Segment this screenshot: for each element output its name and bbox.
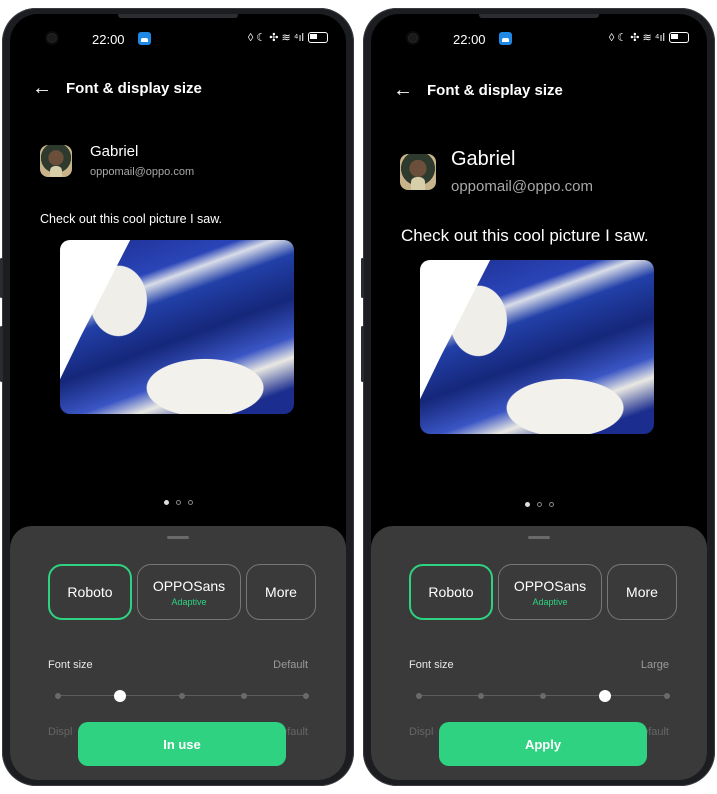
phone-large-preview: 22:00 ◊ ☾ ✣ ≋ ⁴ıl ← Font & display size … (361, 8, 715, 786)
font-size-label: Font size (409, 659, 454, 671)
settings-sheet: Roboto OPPOSans Adaptive More Font size … (371, 526, 707, 780)
page-title: Font & display size (427, 82, 563, 99)
status-bar: 22:00 ◊ ☾ ✣ ≋ ⁴ıl (10, 30, 346, 50)
slider-stop[interactable] (241, 693, 247, 699)
speaker-grille (479, 14, 599, 18)
sender-email: oppomail@oppo.com (90, 166, 195, 178)
font-option-label: More (265, 584, 297, 600)
preview-picture (420, 260, 654, 434)
font-option-sub: Adaptive (532, 596, 568, 607)
slider-stop[interactable] (179, 693, 185, 699)
font-option-more[interactable]: More (246, 564, 316, 620)
page-dot (175, 500, 181, 505)
font-size-value: Large (640, 659, 669, 671)
font-size-value: Default (273, 659, 308, 671)
camera-cutout (47, 33, 57, 43)
status-time: 22:00 (453, 32, 486, 47)
sheet-handle[interactable] (528, 536, 550, 539)
font-option-more[interactable]: More (607, 564, 677, 620)
screen: 22:00 ◊ ☾ ✣ ≋ ⁴ıl ← Font & display size … (10, 14, 346, 780)
page-indicator (371, 502, 707, 507)
sheet-handle[interactable] (167, 536, 189, 539)
avatar (400, 154, 436, 190)
slider-stop[interactable] (664, 693, 670, 699)
font-option-roboto[interactable]: Roboto (48, 564, 132, 620)
screen: 22:00 ◊ ☾ ✣ ≋ ⁴ıl ← Font & display size … (371, 14, 707, 780)
display-size-label: Displ (409, 726, 434, 738)
status-icons: ◊ ☾ ✣ ≋ ⁴ıl (248, 31, 328, 44)
volume-button (0, 258, 3, 298)
settings-sheet: Roboto OPPOSans Adaptive More Font size … (10, 526, 346, 780)
slider-thumb[interactable] (114, 690, 126, 702)
slider-stop[interactable] (55, 693, 61, 699)
font-option-label: More (626, 584, 658, 600)
page-dot (536, 502, 542, 507)
font-option-label: Roboto (67, 584, 113, 600)
notification-icon (499, 32, 512, 45)
preview-picture (60, 240, 294, 414)
page-dot (524, 502, 530, 507)
status-bar: 22:00 ◊ ☾ ✣ ≋ ⁴ıl (371, 30, 707, 50)
font-option-roboto[interactable]: Roboto (409, 564, 493, 620)
header: ← Font & display size (10, 76, 346, 104)
status-glyphs: ◊ ☾ ✣ ≋ ⁴ıl (608, 32, 665, 44)
message-text: Check out this cool picture I saw. (401, 226, 649, 245)
page-dot (548, 502, 554, 507)
header: ← Font & display size (371, 78, 707, 106)
slider-stop[interactable] (478, 693, 484, 699)
font-option-opposans[interactable]: OPPOSans Adaptive (498, 564, 602, 620)
status-time: 22:00 (92, 32, 125, 47)
volume-button (361, 258, 364, 298)
page-dot (163, 500, 169, 505)
page-title: Font & display size (66, 80, 202, 97)
message-text: Check out this cool picture I saw. (40, 212, 223, 226)
sender-name: Gabriel (90, 143, 139, 160)
avatar (40, 145, 72, 177)
battery-icon (669, 32, 689, 43)
font-option-label: OPPOSans (513, 577, 587, 594)
in-use-button[interactable]: In use (78, 722, 286, 766)
font-option-opposans[interactable]: OPPOSans Adaptive (137, 564, 241, 620)
page-dot (187, 500, 193, 505)
power-button (0, 326, 3, 382)
font-size-slider[interactable] (55, 690, 309, 702)
speaker-grille (118, 14, 238, 18)
back-arrow-icon[interactable]: ← (393, 78, 413, 102)
apply-button[interactable]: Apply (439, 722, 647, 766)
back-arrow-icon[interactable]: ← (32, 76, 52, 100)
font-option-sub: Adaptive (171, 596, 207, 607)
display-size-label: Displ (48, 726, 73, 738)
slider-stop[interactable] (416, 693, 422, 699)
font-option-label: OPPOSans (152, 577, 226, 594)
camera-cutout (408, 33, 418, 43)
font-size-label: Font size (48, 659, 93, 671)
notification-icon (138, 32, 151, 45)
sender-name: Gabriel (451, 148, 516, 170)
slider-thumb[interactable] (599, 690, 611, 702)
slider-stop[interactable] (303, 693, 309, 699)
phone-default-preview: 22:00 ◊ ☾ ✣ ≋ ⁴ıl ← Font & display size … (0, 8, 354, 786)
font-option-label: Roboto (428, 584, 474, 600)
status-icons: ◊ ☾ ✣ ≋ ⁴ıl (609, 31, 689, 44)
page-indicator (10, 500, 346, 505)
battery-icon (308, 32, 328, 43)
sender-email: oppomail@oppo.com (451, 178, 593, 195)
status-glyphs: ◊ ☾ ✣ ≋ ⁴ıl (247, 32, 304, 44)
power-button (361, 326, 364, 382)
font-size-slider[interactable] (416, 690, 670, 702)
slider-stop[interactable] (540, 693, 546, 699)
